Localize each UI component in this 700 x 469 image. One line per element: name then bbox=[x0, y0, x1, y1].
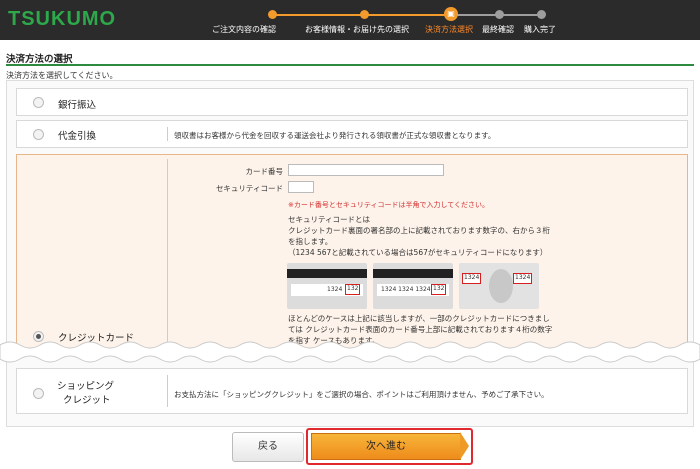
step-label-4: 最終確認 bbox=[482, 25, 514, 34]
cod-note: 領収書はお客様から代金を回収する運送会社より発行される領収書が正式な領収書となり… bbox=[174, 131, 496, 140]
bank-label: 銀行振込 bbox=[58, 100, 97, 111]
shopping-credit-note: お支払方法に「ショッピングクレジット」をご選択の場合、ポイントはご利用頂けません… bbox=[174, 390, 549, 399]
card-front-image: 1324 1324 bbox=[459, 263, 539, 309]
site-logo[interactable]: TSUKUMO bbox=[8, 8, 116, 31]
card-number-sample: 1324 1324 1324 bbox=[381, 286, 431, 293]
security-explain-1: セキュリティコードとは bbox=[288, 215, 371, 224]
card-number-sample: 1324 bbox=[327, 286, 343, 293]
card-emblem bbox=[489, 269, 513, 303]
cart-step-icon: ▣ bbox=[444, 7, 458, 21]
step-dot-2 bbox=[360, 10, 369, 19]
payment-option-bank[interactable]: 銀行振込 bbox=[16, 88, 688, 116]
card-back-image-1: 1324 132 bbox=[287, 263, 367, 309]
payment-option-credit[interactable]: クレジットカード カード番号 セキュリティコード ※カード番号とセキュリティコー… bbox=[16, 154, 688, 350]
card-back-image-2: 1324 1324 1324 132 bbox=[373, 263, 453, 309]
front-code-left: 1324 bbox=[462, 273, 482, 284]
payment-option-shopping-credit[interactable]: ショッピング クレジット お支払方法に「ショッピングクレジット」をご選択の場合、… bbox=[16, 368, 688, 414]
next-button[interactable]: 次へ進む bbox=[311, 433, 461, 460]
bank-radio[interactable] bbox=[33, 97, 44, 108]
checkout-header: TSUKUMO ▣ ご注文内容の確認 お客様情報・お届け先の選択 決済方法選択 … bbox=[0, 0, 700, 40]
security-explain-3: を指します。 bbox=[288, 237, 333, 246]
torn-edge-divider bbox=[0, 341, 700, 363]
half-width-warning: ※カード番号とセキュリティコードは半角で入力してください。 bbox=[288, 201, 490, 209]
card-note-2: ては クレジットカード表面のカード番号上部に記載されております４桁の数字 bbox=[288, 325, 553, 334]
shopping-credit-radio[interactable] bbox=[33, 388, 44, 399]
security-explain-2: クレジットカード裏面の署名部の上に記載されております数字の、右から３桁 bbox=[288, 226, 551, 235]
security-code-highlight: 132 bbox=[345, 284, 361, 295]
magnetic-stripe bbox=[373, 269, 453, 278]
step-dot-4 bbox=[495, 10, 504, 19]
next-button-highlight: 次へ進む bbox=[306, 428, 473, 465]
step-label-5: 購入完了 bbox=[524, 25, 556, 34]
security-explain-4: （1234 567と記載されている場合は567がセキュリティコードになります） bbox=[288, 248, 548, 257]
security-code-input[interactable] bbox=[288, 181, 314, 193]
page-title: 決済方法の選択 bbox=[6, 54, 73, 65]
shopping-credit-label-1: ショッピング bbox=[57, 381, 115, 392]
step-label-2: お客様情報・お届け先の選択 bbox=[305, 25, 409, 34]
title-underline bbox=[6, 64, 694, 66]
credit-divider bbox=[167, 159, 168, 349]
magnetic-stripe bbox=[287, 269, 367, 278]
card-number-input[interactable] bbox=[288, 164, 444, 176]
back-button[interactable]: 戻る bbox=[232, 432, 304, 462]
shopping-divider bbox=[167, 375, 168, 407]
security-code-label: セキュリティコード bbox=[215, 184, 283, 193]
shopping-credit-label-2: クレジット bbox=[63, 395, 111, 406]
cod-radio[interactable] bbox=[33, 129, 44, 140]
card-note-1: ほとんどのケースは上記に該当しますが、一部のクレジットカードにつきまし bbox=[288, 314, 550, 323]
security-code-highlight: 132 bbox=[431, 284, 447, 295]
card-number-label: カード番号 bbox=[245, 167, 284, 176]
cod-label: 代金引換 bbox=[58, 131, 97, 142]
payment-option-cod[interactable]: 代金引換 領収書はお客様から代金を回収する運送会社より発行される領収書が正式な領… bbox=[16, 120, 688, 148]
next-arrow-icon bbox=[460, 432, 469, 460]
step-label-1: ご注文内容の確認 bbox=[212, 25, 276, 34]
step-dot-5 bbox=[537, 10, 546, 19]
step-dot-1 bbox=[268, 10, 277, 19]
cod-divider bbox=[167, 127, 168, 141]
front-code-right: 1324 bbox=[513, 273, 533, 284]
step-label-3: 決済方法選択 bbox=[425, 25, 473, 34]
